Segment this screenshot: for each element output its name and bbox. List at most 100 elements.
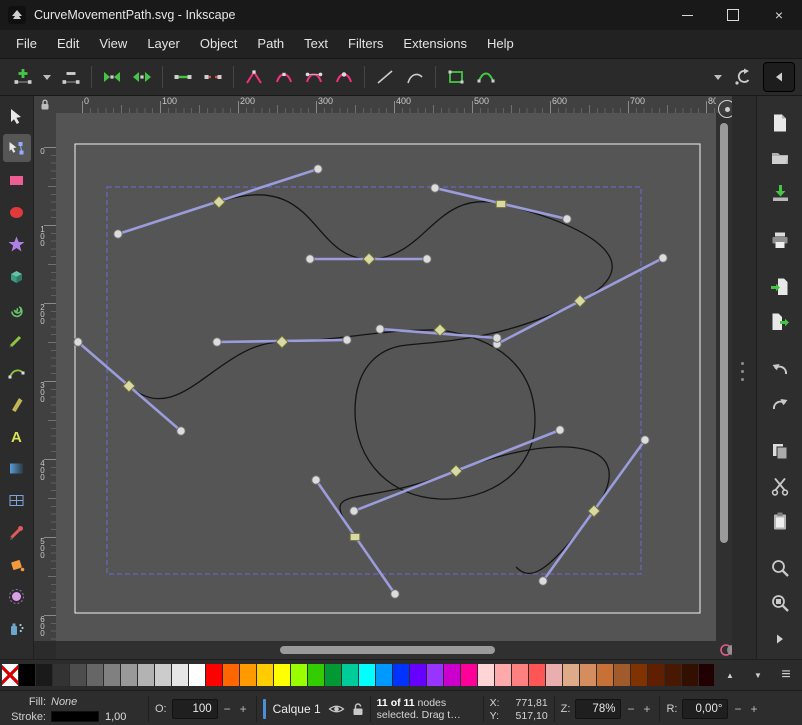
print-button[interactable]	[766, 227, 794, 252]
handle-end[interactable]	[350, 507, 358, 515]
minimize-button[interactable]	[664, 0, 710, 30]
zoom-decrease-button[interactable]: −	[624, 700, 637, 718]
node-tool[interactable]	[3, 134, 31, 162]
palette-swatch[interactable]	[121, 664, 137, 686]
layer-visibility-eye-icon[interactable]	[328, 703, 345, 715]
palette-swatch[interactable]	[699, 664, 714, 686]
delete-node-button[interactable]	[56, 63, 86, 91]
opacity-decrease-button[interactable]: −	[221, 700, 234, 718]
insert-node-options-button[interactable]	[38, 63, 56, 91]
ellipse-tool[interactable]	[3, 198, 31, 226]
handle-end[interactable]	[556, 426, 564, 434]
mesh-tool[interactable]	[3, 486, 31, 514]
palette-swatch[interactable]	[597, 664, 613, 686]
palette-swatch[interactable]	[19, 664, 35, 686]
menu-view[interactable]: View	[89, 30, 137, 58]
tweak-tool[interactable]	[3, 582, 31, 610]
horizontal-scrollbar-thumb[interactable]	[280, 646, 495, 654]
duplicate-button[interactable]	[766, 439, 794, 464]
delete-segment-button[interactable]	[198, 63, 228, 91]
opacity-value[interactable]: 100	[172, 699, 218, 719]
palette-none-swatch[interactable]	[2, 664, 18, 686]
zoom-increase-button[interactable]: +	[640, 700, 653, 718]
palette-swatch[interactable]	[529, 664, 545, 686]
menu-help[interactable]: Help	[477, 30, 524, 58]
palette-swatch[interactable]	[138, 664, 154, 686]
palette-swatch[interactable]	[410, 664, 426, 686]
handle-end[interactable]	[431, 184, 439, 192]
palette-swatch[interactable]	[478, 664, 494, 686]
palette-swatch[interactable]	[36, 664, 52, 686]
rotation-value[interactable]: 0,00°	[682, 699, 728, 719]
palette-swatch[interactable]	[580, 664, 596, 686]
bucket-tool[interactable]	[3, 550, 31, 578]
handle-end[interactable]	[563, 215, 571, 223]
node-smooth-button[interactable]	[269, 63, 299, 91]
palette-swatch[interactable]	[461, 664, 477, 686]
handle-end[interactable]	[74, 338, 82, 346]
palette-swatch[interactable]	[189, 664, 205, 686]
calligraphy-tool[interactable]	[3, 390, 31, 418]
save-document-button[interactable]	[766, 180, 794, 205]
handle-end[interactable]	[314, 165, 322, 173]
rotation-decrease-button[interactable]: −	[731, 700, 744, 718]
segment-curve-button[interactable]	[400, 63, 430, 91]
palette-menu-button[interactable]: ≡	[776, 665, 796, 685]
close-button[interactable]: ×	[756, 0, 802, 30]
export-button[interactable]	[766, 309, 794, 334]
segment-line-button[interactable]	[370, 63, 400, 91]
palette-swatch[interactable]	[393, 664, 409, 686]
handle-end[interactable]	[343, 336, 351, 344]
menu-filters[interactable]: Filters	[338, 30, 393, 58]
palette-swatch[interactable]	[682, 664, 698, 686]
palette-swatch[interactable]	[648, 664, 664, 686]
menu-layer[interactable]: Layer	[137, 30, 190, 58]
stroke-color-swatch[interactable]	[51, 711, 99, 722]
horizontal-scrollbar[interactable]	[56, 641, 716, 659]
join-nodes-button[interactable]	[97, 63, 127, 91]
palette-swatch[interactable]	[206, 664, 222, 686]
path-node-square[interactable]	[496, 200, 506, 207]
redo-button[interactable]	[766, 392, 794, 417]
zoom-value[interactable]: 78%	[575, 699, 621, 719]
palette-swatch[interactable]	[546, 664, 562, 686]
rotation-increase-button[interactable]: +	[747, 700, 760, 718]
handle-end[interactable]	[539, 577, 547, 585]
menu-edit[interactable]: Edit	[47, 30, 89, 58]
palette-swatch[interactable]	[172, 664, 188, 686]
menu-object[interactable]: Object	[190, 30, 248, 58]
palette-swatch[interactable]	[70, 664, 86, 686]
palette-swatch[interactable]	[359, 664, 375, 686]
fill-value[interactable]: None	[51, 696, 77, 708]
palette-swatch[interactable]	[444, 664, 460, 686]
selector-tool[interactable]	[3, 102, 31, 130]
pencil-tool[interactable]	[3, 326, 31, 354]
palette-scroll-up-button[interactable]: ▲	[720, 665, 740, 685]
palette-swatch[interactable]	[87, 664, 103, 686]
maximize-button[interactable]	[710, 0, 756, 30]
menu-text[interactable]: Text	[294, 30, 338, 58]
palette-swatch[interactable]	[104, 664, 120, 686]
vertical-scrollbar[interactable]	[716, 113, 732, 641]
palette-swatch[interactable]	[240, 664, 256, 686]
cut-button[interactable]	[766, 474, 794, 499]
palette-swatch[interactable]	[342, 664, 358, 686]
menu-path[interactable]: Path	[247, 30, 294, 58]
palette-swatch[interactable]	[614, 664, 630, 686]
dropper-tool[interactable]	[3, 518, 31, 546]
paste-button[interactable]	[766, 509, 794, 534]
new-document-button[interactable]	[766, 110, 794, 135]
import-button[interactable]	[766, 274, 794, 299]
node-auto-button[interactable]	[329, 63, 359, 91]
zoom-drawing-button[interactable]	[766, 591, 794, 616]
zoom-button[interactable]	[766, 556, 794, 581]
palette-swatch[interactable]	[274, 664, 290, 686]
undo-button[interactable]	[766, 356, 794, 381]
palette-swatch[interactable]	[631, 664, 647, 686]
star-tool[interactable]	[3, 230, 31, 258]
break-nodes-button[interactable]	[127, 63, 157, 91]
vertical-scrollbar-thumb[interactable]	[720, 123, 728, 543]
dock-resize-grip[interactable]	[741, 362, 744, 381]
layer-lock-icon[interactable]	[352, 702, 364, 716]
more-options-button[interactable]	[709, 63, 727, 91]
